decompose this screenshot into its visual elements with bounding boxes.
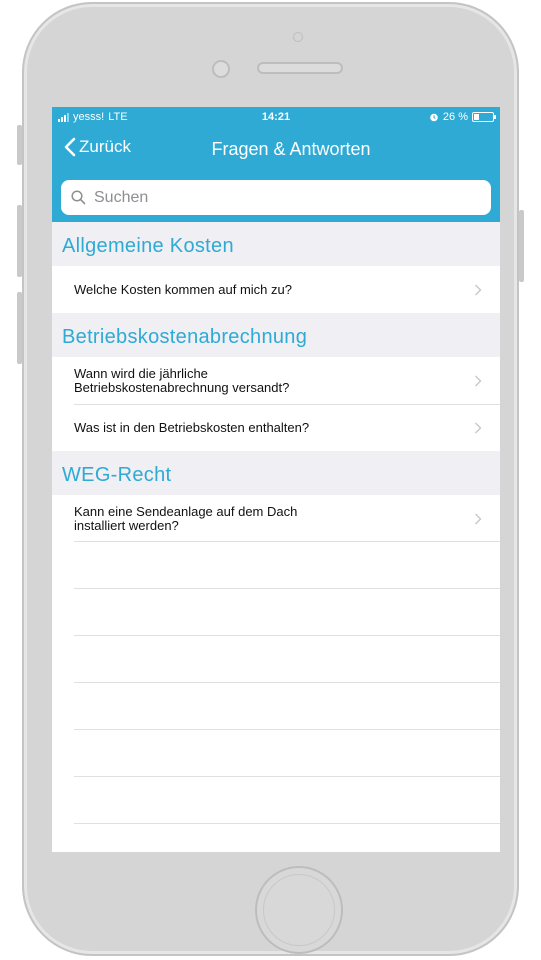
empty-row <box>52 683 500 730</box>
faq-item[interactable]: Welche Kosten kommen auf mich zu? <box>52 266 500 313</box>
faq-item-label: Kann eine Sendeanlage auf dem Dach insta… <box>74 503 298 533</box>
empty-row <box>52 636 500 683</box>
section-header-weg-recht: WEG-Recht <box>52 451 500 495</box>
empty-row <box>52 777 500 824</box>
faq-item-label: Welche Kosten kommen auf mich zu? <box>74 281 292 297</box>
search-bar[interactable] <box>61 180 491 215</box>
chevron-right-icon <box>475 284 482 295</box>
alarm-icon <box>430 113 438 122</box>
mute-switch <box>17 125 22 165</box>
faq-item-label: Wann wird die jährliche Betriebskostenab… <box>74 366 290 395</box>
power-button <box>519 210 524 282</box>
faq-list: Allgemeine Kosten Welche Kosten kommen a… <box>52 222 500 852</box>
faq-item[interactable]: Wann wird die jährliche Betriebskostenab… <box>52 357 500 405</box>
chevron-right-icon <box>475 513 482 524</box>
battery-percent: 26 % <box>442 111 468 123</box>
home-button[interactable] <box>255 866 343 954</box>
battery-icon <box>472 112 496 122</box>
faq-item[interactable]: Kann eine Sendeanlage auf dem Dach insta… <box>52 495 500 542</box>
page-title: Fragen & Antworten <box>211 139 371 159</box>
faq-item[interactable]: Was ist in den Betriebskosten enthalten? <box>52 405 500 451</box>
search-input[interactable] <box>92 187 456 208</box>
chevron-right-icon <box>475 422 482 434</box>
search-icon <box>71 190 86 205</box>
earpiece-speaker <box>257 62 343 74</box>
volume-up-button <box>17 205 22 277</box>
front-camera <box>212 60 230 78</box>
empty-row <box>52 542 500 589</box>
section-header-allgemeine-kosten: Allgemeine Kosten <box>52 222 500 266</box>
navigation-bar: Zurück Fragen & Antworten <box>52 137 500 169</box>
app-screen: yesss! LTE 14:21 26 % Zurück Fragen & An <box>52 107 500 852</box>
status-bar: yesss! LTE 14:21 26 % <box>52 111 500 127</box>
proximity-sensor <box>293 32 303 42</box>
volume-down-button <box>17 292 22 364</box>
empty-row <box>52 589 500 636</box>
section-header-betriebskostenabrechnung: Betriebskostenabrechnung <box>52 313 500 357</box>
empty-row <box>52 730 500 777</box>
faq-item-label: Was ist in den Betriebskosten enthalten? <box>74 420 310 435</box>
app-header: yesss! LTE 14:21 26 % Zurück Fragen & An <box>52 107 500 222</box>
row-divider <box>74 823 500 824</box>
chevron-right-icon <box>475 375 482 387</box>
